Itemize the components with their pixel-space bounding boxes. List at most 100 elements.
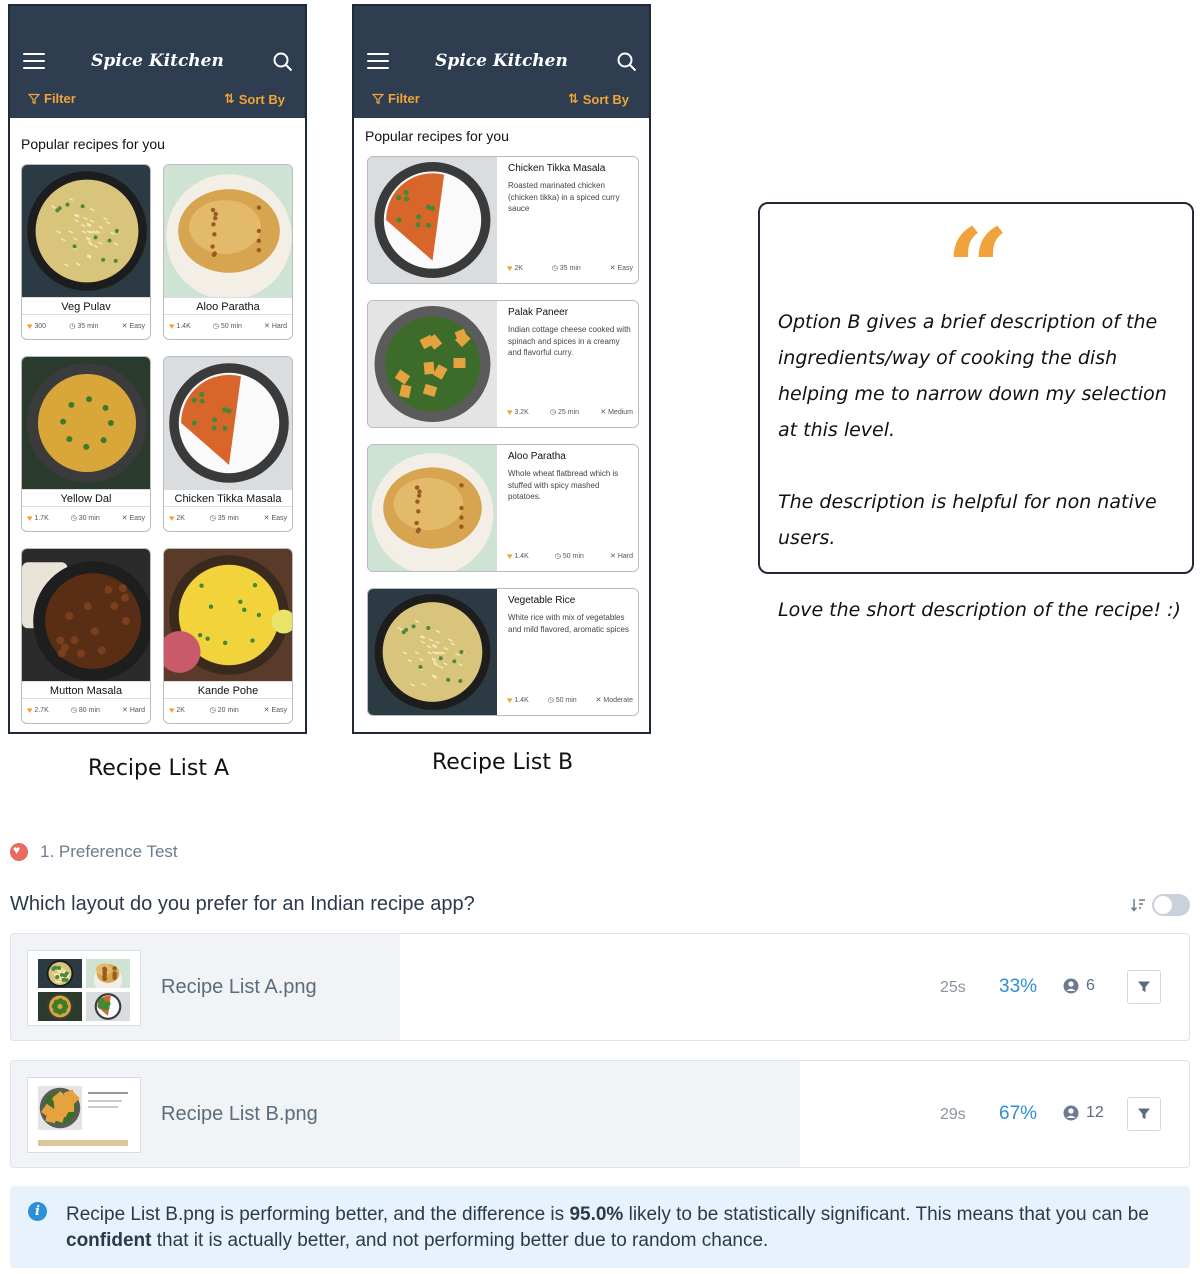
funnel-icon bbox=[1138, 1108, 1150, 1119]
recipe-meta: ♥ 2K ◷ 35 min ✕ Easy bbox=[502, 257, 638, 279]
section-title: Popular recipes for you bbox=[21, 136, 165, 152]
filter-results-button[interactable] bbox=[1127, 1097, 1161, 1131]
filter-button[interactable]: Filter bbox=[28, 91, 76, 106]
app-bar: Spice Kitchen Filter ⇅ Sort By bbox=[10, 6, 305, 118]
cook-time: ◷ 35 min bbox=[209, 514, 239, 523]
result-thumbnail[interactable] bbox=[27, 1077, 141, 1153]
recipe-image bbox=[368, 301, 497, 427]
sort-control[interactable] bbox=[1130, 894, 1190, 916]
utensils-icon: ✕ bbox=[600, 409, 607, 416]
sort-icon: ⇅ bbox=[223, 91, 235, 106]
clock-icon: ◷ bbox=[549, 409, 557, 416]
funnel-icon bbox=[372, 93, 384, 104]
quote-line: Love the short description of the recipe… bbox=[778, 599, 1181, 621]
recipe-card[interactable]: Vegetable Rice White rice with mix of veg… bbox=[367, 588, 639, 716]
search-icon[interactable] bbox=[617, 52, 637, 77]
recipe-meta: ♥ 1.4K ◷ 50 min ✕ Moderate bbox=[502, 689, 638, 711]
sort-button[interactable]: ⇅ Sort By bbox=[224, 91, 285, 107]
recipe-list-b-mockup: Spice Kitchen Filter ⇅ Sort By Popular r… bbox=[352, 4, 651, 734]
funnel-icon bbox=[28, 93, 40, 104]
heart-icon: ♥ bbox=[507, 551, 513, 561]
likes: ♥ 1.4K bbox=[507, 695, 529, 705]
utensils-icon: ✕ bbox=[609, 553, 616, 560]
recipe-meta: ♥ 2K ◷ 35 min ✕ Easy bbox=[164, 507, 292, 529]
clock-icon: ◷ bbox=[212, 323, 219, 330]
difficulty: ✕ Hard bbox=[263, 322, 287, 331]
result-row[interactable]: Recipe List B.png 29s 67% 12 bbox=[10, 1060, 1190, 1168]
filter-results-button[interactable] bbox=[1127, 970, 1161, 1004]
cook-time: ◷ 20 min bbox=[209, 706, 239, 715]
difficulty: ✕ Easy bbox=[609, 264, 633, 273]
likes: ♥ 1.7K bbox=[27, 513, 49, 523]
difficulty: ✕ Hard bbox=[609, 552, 633, 561]
recipe-meta: ♥ 2K ◷ 20 min ✕ Easy bbox=[164, 699, 292, 721]
quote-line: Option B gives a brief description of th… bbox=[778, 311, 1167, 441]
recipe-image bbox=[368, 157, 497, 283]
result-thumbnail[interactable] bbox=[27, 950, 141, 1026]
difficulty: ✕ Medium bbox=[600, 408, 633, 417]
likes: ♥ 1.4K bbox=[169, 321, 191, 331]
recipe-image bbox=[368, 589, 497, 715]
likes: ♥ 1.4K bbox=[507, 551, 529, 561]
clock-icon: ◷ bbox=[209, 515, 216, 522]
sort-label: Sort By bbox=[238, 91, 285, 107]
difficulty: ✕ Moderate bbox=[595, 696, 633, 705]
task-title: 1. Preference Test bbox=[40, 842, 178, 861]
result-time: 25s bbox=[940, 979, 966, 996]
sort-button[interactable]: ⇅ Sort By bbox=[568, 91, 629, 107]
question-text: Which layout do you prefer for an Indian… bbox=[10, 893, 475, 915]
recipe-list-a-mockup: Spice Kitchen Filter ⇅ Sort By Popular r… bbox=[8, 4, 307, 734]
recipe-name: Aloo Paratha bbox=[164, 297, 292, 315]
difficulty: ✕ Easy bbox=[263, 706, 287, 715]
sort-toggle[interactable] bbox=[1152, 894, 1190, 916]
recipe-card[interactable]: Kande Pohe ♥ 2K ◷ 20 min ✕ Easy bbox=[163, 548, 293, 724]
recipe-description: White rice with mix of vegetables and mi… bbox=[508, 613, 629, 634]
recipe-card[interactable]: Palak Paneer Indian cottage cheese cooked… bbox=[367, 300, 639, 428]
recipe-name: Palak Paneer bbox=[508, 307, 569, 318]
recipe-meta: ♥ 300 ◷ 35 min ✕ Easy bbox=[22, 315, 150, 337]
recipe-description: Whole wheat flatbread which is stuffed w… bbox=[508, 469, 619, 501]
recipe-card[interactable]: Yellow Dal ♥ 1.7K ◷ 30 min ✕ Easy bbox=[21, 356, 151, 532]
recipe-name: Chicken Tikka Masala bbox=[164, 489, 292, 507]
recipe-card[interactable]: Mutton Masala ♥ 2.7K ◷ 80 min ✕ Hard bbox=[21, 548, 151, 724]
result-row[interactable]: Recipe List A.png 25s 33% 6 bbox=[10, 933, 1190, 1041]
recipe-meta: ♥ 2.7K ◷ 80 min ✕ Hard bbox=[22, 699, 150, 721]
filter-button[interactable]: Filter bbox=[372, 91, 420, 106]
recipe-card[interactable]: Aloo Paratha Whole wheat flatbread which … bbox=[367, 444, 639, 572]
sort-label: Sort By bbox=[582, 91, 629, 107]
recipe-meta: ♥ 1.4K ◷ 50 min ✕ Hard bbox=[502, 545, 638, 567]
recipe-card[interactable]: Chicken Tikka Masala Roasted marinated ch… bbox=[367, 156, 639, 284]
clock-icon: ◷ bbox=[554, 553, 561, 560]
recipe-card[interactable]: Chicken Tikka Masala ♥ 2K ◷ 35 min ✕ Easy bbox=[163, 356, 293, 532]
section-title: Popular recipes for you bbox=[365, 128, 509, 144]
recipe-card[interactable]: Aloo Paratha ♥ 1.4K ◷ 50 min ✕ Hard bbox=[163, 164, 293, 340]
utensils-icon: ✕ bbox=[121, 707, 128, 714]
app-bar: Spice Kitchen Filter ⇅ Sort By bbox=[354, 6, 649, 118]
quote-line: The description is helpful for non nativ… bbox=[778, 491, 1157, 549]
sort-icon: ⇅ bbox=[567, 91, 579, 106]
recipe-description: Roasted marinated chicken (chicken tikka… bbox=[508, 181, 620, 213]
feedback-quote-box: “ Option B gives a brief description of … bbox=[758, 202, 1194, 621]
user-icon bbox=[1063, 1105, 1079, 1121]
likes: ♥ 300 bbox=[27, 321, 47, 331]
filter-label: Filter bbox=[388, 91, 420, 106]
likes: ♥ 2K bbox=[169, 705, 185, 715]
task-label: 1. Preference Test bbox=[10, 842, 178, 862]
difficulty: ✕ Easy bbox=[263, 514, 287, 523]
filter-label: Filter bbox=[44, 91, 76, 106]
difficulty: ✕ Easy bbox=[121, 514, 145, 523]
result-users: 12 bbox=[1063, 1104, 1104, 1122]
recipe-name: Yellow Dal bbox=[22, 489, 150, 507]
result-file-name: Recipe List A.png bbox=[161, 976, 317, 998]
utensils-icon: ✕ bbox=[121, 323, 128, 330]
sort-descending-icon bbox=[1130, 899, 1145, 912]
recipe-card[interactable]: Veg Pulav ♥ 300 ◷ 35 min ✕ Easy bbox=[21, 164, 151, 340]
cook-time: ◷ 25 min bbox=[549, 408, 580, 417]
search-icon[interactable] bbox=[273, 52, 293, 77]
significance-text: Recipe List B.png is performing better, … bbox=[66, 1204, 1149, 1251]
recipe-name: Mutton Masala bbox=[22, 681, 150, 699]
cook-time: ◷ 50 min bbox=[212, 322, 242, 331]
utensils-icon: ✕ bbox=[263, 515, 270, 522]
recipe-image bbox=[164, 165, 292, 300]
recipe-name: Vegetable Rice bbox=[508, 595, 576, 606]
